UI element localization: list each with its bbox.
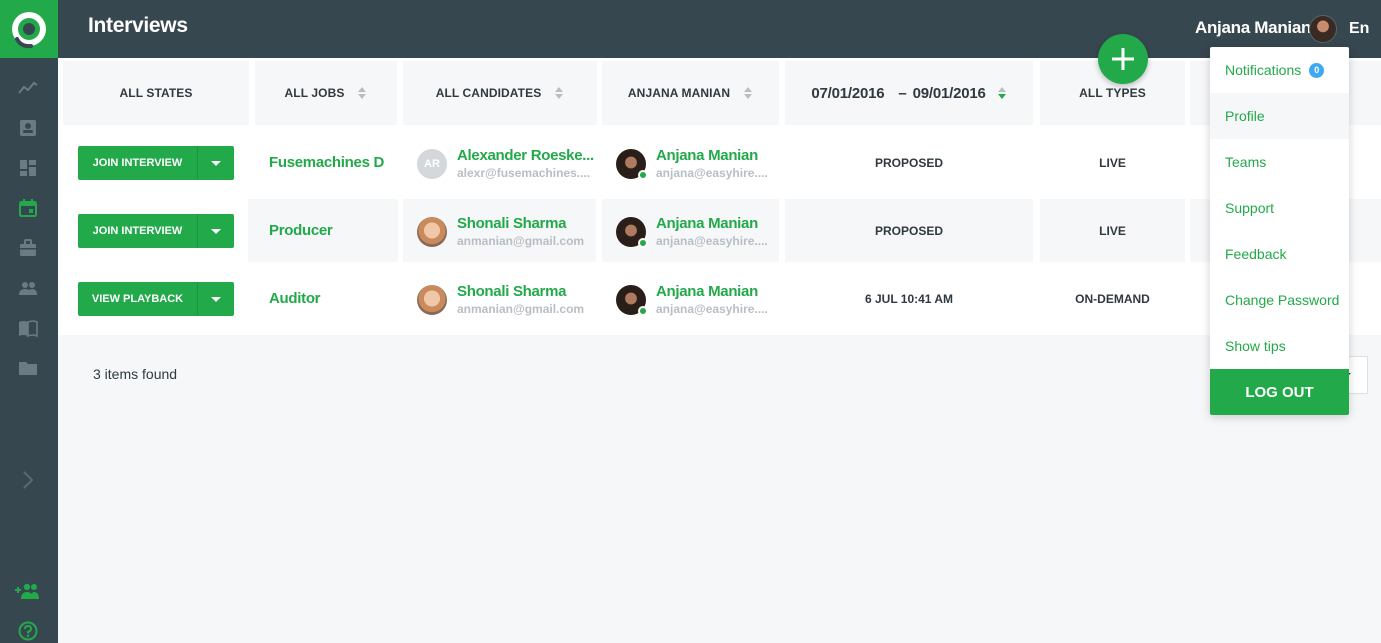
join-interview-button[interactable]: JOIN INTERVIEW	[78, 214, 234, 248]
filter-interviewer-label: ANJANA MANIAN	[627, 86, 731, 100]
type-label: LIVE	[1099, 156, 1126, 170]
analytics-icon[interactable]	[17, 77, 39, 99]
interviews-table: ALL STATES ALL JOBS ALL CANDIDATES ANJAN…	[58, 58, 1381, 335]
sort-icon[interactable]	[555, 86, 564, 100]
menu-item-support[interactable]: Support	[1210, 185, 1349, 231]
plus-icon	[1112, 48, 1134, 70]
filter-jobs-label: ALL JOBS	[284, 86, 345, 100]
help-icon[interactable]	[17, 620, 39, 642]
status-label: PROPOSED	[874, 224, 943, 238]
sort-icon[interactable]	[358, 86, 367, 100]
book-icon[interactable]	[17, 317, 39, 339]
interviewer-email: anjana@easyhire....	[656, 166, 768, 180]
candidate-email: anmanian@gmail.com	[457, 234, 585, 248]
action-label: JOIN INTERVIEW	[92, 157, 183, 169]
filter-states[interactable]: ALL STATES	[63, 61, 249, 125]
user-avatar[interactable]	[1309, 15, 1337, 43]
notification-count-badge: 0	[1309, 62, 1325, 78]
people-icon[interactable]	[17, 277, 39, 299]
job-link[interactable]: Producer	[269, 222, 385, 239]
join-interview-button[interactable]: JOIN INTERVIEW	[78, 146, 234, 180]
page-title: Interviews	[88, 14, 188, 37]
add-interview-button[interactable]	[1098, 34, 1148, 84]
candidate-cell: Shonali Sharma anmanian@gmail.com	[417, 215, 584, 248]
interviewer-email: anjana@easyhire....	[656, 302, 768, 316]
briefcase-icon[interactable]	[17, 237, 39, 259]
interviewer-cell: Anjana Manian anjana@easyhire....	[616, 215, 768, 248]
logo-icon	[12, 12, 46, 49]
type-label: LIVE	[1099, 224, 1126, 238]
online-indicator	[638, 237, 648, 248]
interviewer-cell: Anjana Manian anjana@easyhire....	[616, 147, 768, 180]
candidate-name[interactable]: Shonali Sharma	[457, 283, 584, 300]
contact-card-icon[interactable]	[17, 117, 39, 139]
candidate-email: anmanian@gmail.com	[457, 302, 585, 316]
chevron-down-icon[interactable]	[197, 282, 234, 316]
interviewer-avatar	[616, 284, 648, 316]
menu-item-notifications[interactable]: Notifications 0	[1210, 47, 1349, 93]
user-menu: Notifications 0 Profile Teams Support Fe…	[1210, 47, 1349, 415]
view-playback-button[interactable]: VIEW PLAYBACK	[78, 282, 234, 316]
filter-candidates[interactable]: ALL CANDIDATES	[403, 61, 597, 125]
dashboard-icon[interactable]	[17, 157, 39, 179]
candidate-avatar: AR	[417, 148, 447, 179]
interviewer-avatar	[616, 216, 648, 248]
job-link[interactable]: Auditor	[269, 290, 385, 307]
filter-date-range[interactable]: 07/01/2016 – 09/01/2016	[785, 61, 1033, 125]
job-link[interactable]: Fusemachines D...	[269, 154, 385, 171]
interviewer-email: anjana@easyhire....	[656, 234, 768, 248]
online-indicator	[638, 305, 648, 316]
logout-button[interactable]: LOG OUT	[1210, 369, 1349, 415]
main-content: ALL STATES ALL JOBS ALL CANDIDATES ANJAN…	[58, 58, 1381, 643]
menu-item-feedback[interactable]: Feedback	[1210, 231, 1349, 277]
status-label: 6 JUL 10:41 AM	[864, 292, 954, 306]
folder-icon[interactable]	[17, 357, 39, 379]
date-to[interactable]: 09/01/2016	[913, 85, 986, 102]
candidate-avatar	[417, 216, 447, 247]
user-name[interactable]: Anjana Manian	[1195, 18, 1311, 38]
action-label: JOIN INTERVIEW	[92, 225, 183, 237]
status-label: PROPOSED	[874, 156, 943, 170]
filter-candidates-label: ALL CANDIDATES	[435, 86, 542, 100]
candidate-avatar	[417, 284, 447, 315]
candidate-email: alexr@fusemachines....	[457, 166, 591, 180]
menu-item-profile[interactable]: Profile	[1210, 93, 1349, 139]
filter-interviewer[interactable]: ANJANA MANIAN	[602, 61, 779, 125]
language-selector[interactable]: En	[1349, 20, 1369, 38]
app-logo[interactable]	[0, 0, 58, 58]
menu-item-show-tips[interactable]: Show tips	[1210, 323, 1349, 369]
calendar-icon[interactable]	[17, 197, 39, 219]
menu-item-label: Notifications	[1225, 62, 1302, 78]
action-label: VIEW PLAYBACK	[91, 293, 184, 305]
sort-icon[interactable]	[997, 86, 1007, 100]
filter-jobs[interactable]: ALL JOBS	[255, 61, 397, 125]
interviewer-name[interactable]: Anjana Manian	[656, 147, 768, 164]
online-indicator	[638, 169, 648, 180]
filter-states-label: ALL STATES	[119, 86, 193, 100]
items-found-count: 3 items found	[93, 366, 178, 382]
chevron-down-icon[interactable]	[197, 146, 234, 180]
candidate-name[interactable]: Alexander Roeske...	[457, 147, 594, 164]
candidate-name[interactable]: Shonali Sharma	[457, 215, 584, 232]
type-label: ON-DEMAND	[1075, 292, 1150, 306]
chevron-right-icon[interactable]	[17, 469, 39, 491]
candidate-cell: AR Alexander Roeske... alexr@fusemachine…	[417, 147, 594, 180]
interviewer-name[interactable]: Anjana Manian	[656, 283, 768, 300]
sort-icon[interactable]	[744, 86, 753, 100]
candidate-cell: Shonali Sharma anmanian@gmail.com	[417, 283, 584, 316]
chevron-down-icon[interactable]	[197, 214, 234, 248]
interviewer-avatar	[616, 148, 648, 180]
interviewer-cell: Anjana Manian anjana@easyhire....	[616, 283, 768, 316]
menu-item-change-password[interactable]: Change Password	[1210, 277, 1349, 323]
add-people-icon[interactable]	[14, 580, 40, 602]
sidebar	[0, 0, 58, 643]
top-bar: Interviews Anjana Manian En	[58, 0, 1381, 58]
interviewer-name[interactable]: Anjana Manian	[656, 215, 768, 232]
menu-item-teams[interactable]: Teams	[1210, 139, 1349, 185]
date-separator: –	[898, 84, 907, 102]
filter-types-label: ALL TYPES	[1079, 86, 1146, 100]
date-from[interactable]: 07/01/2016	[811, 85, 884, 102]
